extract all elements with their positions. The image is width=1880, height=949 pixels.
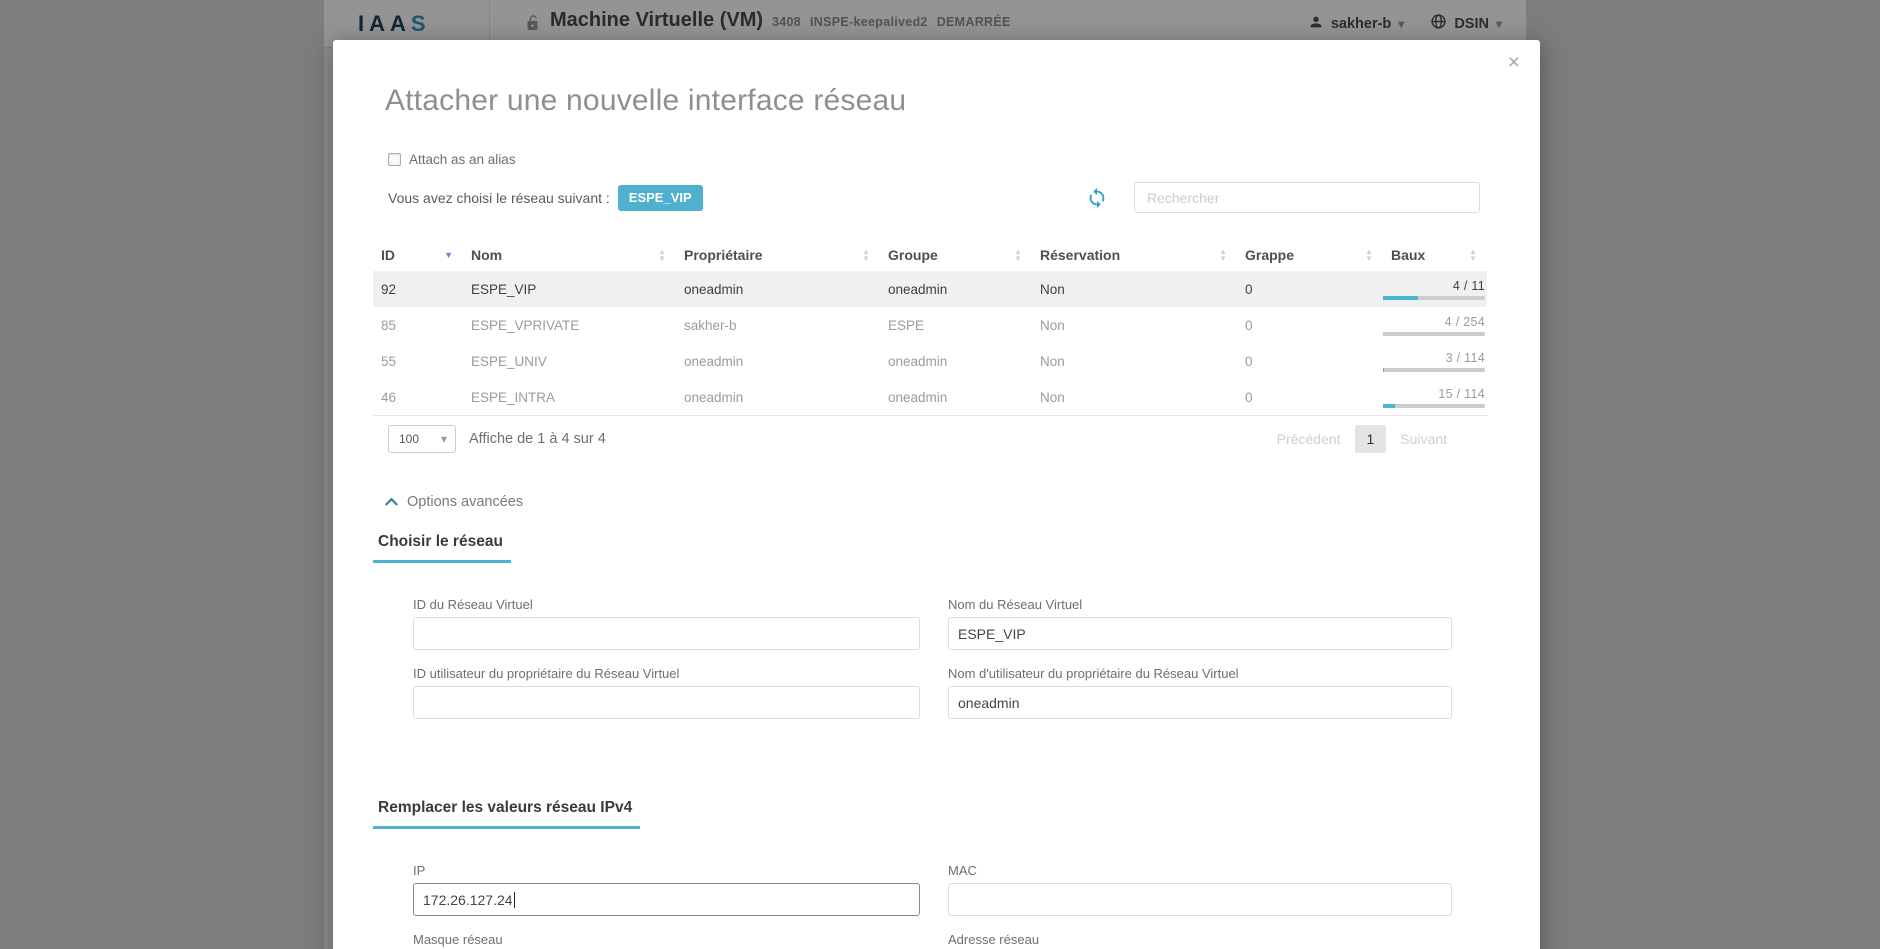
owner-id-label: ID utilisateur du propriétaire du Réseau… — [413, 666, 920, 681]
advanced-options-label: Options avancées — [407, 494, 523, 510]
cell-proprietaire: oneadmin — [676, 282, 880, 297]
next-page-button[interactable]: Suivant — [1400, 431, 1447, 447]
cell-reservation: Non — [1032, 354, 1237, 369]
pagination-row: 100 ▾ Affiche de 1 à 4 sur 4 Précédent 1… — [388, 425, 1487, 453]
sort-desc-icon: ▼ — [444, 250, 453, 260]
cell-groupe: oneadmin — [880, 390, 1032, 405]
cell-grappe: 0 — [1237, 318, 1383, 333]
previous-page-button[interactable]: Précédent — [1277, 431, 1341, 447]
close-icon[interactable]: × — [1508, 52, 1520, 73]
table-row[interactable]: 55 ESPE_UNIV oneadmin oneadmin Non 0 3 /… — [373, 343, 1487, 379]
network-address-label: Adresse réseau — [948, 932, 1452, 947]
cell-baux: 3 / 114 — [1383, 351, 1487, 372]
page-size-select[interactable]: 100 ▾ — [388, 425, 456, 453]
sort-icon: ▲▼ — [1365, 248, 1373, 262]
cell-groupe: ESPE — [880, 318, 1032, 333]
cell-proprietaire: oneadmin — [676, 354, 880, 369]
cell-nom: ESPE_INTRA — [463, 390, 676, 405]
cell-id: 55 — [373, 354, 463, 369]
search-input[interactable] — [1134, 182, 1480, 213]
column-header-proprietaire[interactable]: Propriétaire▲▼ — [676, 247, 880, 263]
alias-checkbox[interactable] — [388, 153, 401, 166]
column-header-grappe[interactable]: Grappe▲▼ — [1237, 247, 1383, 263]
column-header-id[interactable]: ID▼ — [373, 247, 463, 263]
alias-row: Attach as an alias — [388, 152, 1540, 167]
refresh-icon[interactable] — [1086, 187, 1108, 209]
sort-icon: ▲▼ — [862, 248, 870, 262]
cell-baux: 15 / 114 — [1383, 387, 1487, 408]
current-page-button[interactable]: 1 — [1355, 425, 1387, 453]
advanced-options-toggle[interactable]: Options avancées — [385, 493, 1540, 511]
leases-bar — [1383, 332, 1485, 336]
cell-grappe: 0 — [1237, 390, 1383, 405]
cell-baux: 4 / 11 — [1383, 279, 1487, 300]
chosen-network-label: Vous avez choisi le réseau suivant : — [388, 190, 610, 206]
cell-proprietaire: sakher-b — [676, 318, 880, 333]
sort-icon: ▲▼ — [1219, 248, 1227, 262]
mac-label: MAC — [948, 863, 1452, 878]
vnet-id-field[interactable] — [413, 617, 920, 650]
ipv4-fields: IP 172.26.127.24 MAC Masque réseau Adres… — [413, 863, 1452, 949]
text-cursor — [514, 892, 515, 908]
cell-grappe: 0 — [1237, 354, 1383, 369]
cell-id: 46 — [373, 390, 463, 405]
leases-bar — [1383, 368, 1485, 372]
cell-reservation: Non — [1032, 318, 1237, 333]
owner-id-field[interactable] — [413, 686, 920, 719]
section-title-ipv4: Remplacer les valeurs réseau IPv4 — [373, 799, 640, 829]
column-header-nom[interactable]: Nom▲▼ — [463, 247, 676, 263]
sort-icon: ▲▼ — [1014, 248, 1022, 262]
cell-groupe: oneadmin — [880, 282, 1032, 297]
owner-name-field[interactable] — [948, 686, 1452, 719]
ip-field[interactable]: 172.26.127.24 — [413, 883, 920, 916]
cell-id: 85 — [373, 318, 463, 333]
dialog-title: Attacher une nouvelle interface réseau — [385, 84, 1540, 118]
vnet-name-label: Nom du Réseau Virtuel — [948, 597, 1452, 612]
chosen-network-badge: ESPE_VIP — [618, 185, 703, 211]
cell-id: 92 — [373, 282, 463, 297]
netmask-label: Masque réseau — [413, 932, 920, 947]
chevron-up-icon — [385, 493, 398, 511]
chevron-down-icon: ▾ — [441, 432, 447, 446]
pagination-info: Affiche de 1 à 4 sur 4 — [469, 431, 606, 447]
screen: IAAS Machine Virtuelle (VM) 3408 INSPE-k… — [0, 0, 1880, 949]
chosen-network-row: Vous avez choisi le réseau suivant : ESP… — [388, 182, 1485, 213]
ip-label: IP — [413, 863, 920, 878]
vnet-table: ID▼ Nom▲▼ Propriétaire▲▼ Groupe▲▼ Réserv… — [373, 239, 1487, 416]
leases-bar — [1383, 296, 1485, 300]
sort-icon: ▲▼ — [1469, 248, 1477, 262]
cell-grappe: 0 — [1237, 282, 1383, 297]
cell-reservation: Non — [1032, 282, 1237, 297]
vnet-id-label: ID du Réseau Virtuel — [413, 597, 920, 612]
cell-nom: ESPE_VPRIVATE — [463, 318, 676, 333]
alias-checkbox-label: Attach as an alias — [409, 152, 516, 167]
table-row[interactable]: 85 ESPE_VPRIVATE sakher-b ESPE Non 0 4 /… — [373, 307, 1487, 343]
mac-field[interactable] — [948, 883, 1452, 916]
section-title-network: Choisir le réseau — [373, 533, 511, 563]
cell-baux: 4 / 254 — [1383, 315, 1487, 336]
attach-nic-dialog: × Attacher une nouvelle interface réseau… — [333, 40, 1540, 949]
cell-proprietaire: oneadmin — [676, 390, 880, 405]
table-header-row: ID▼ Nom▲▼ Propriétaire▲▼ Groupe▲▼ Réserv… — [373, 239, 1487, 271]
cell-groupe: oneadmin — [880, 354, 1032, 369]
leases-bar — [1383, 404, 1485, 408]
table-row[interactable]: 92 ESPE_VIP oneadmin oneadmin Non 0 4 / … — [373, 271, 1487, 307]
sort-icon: ▲▼ — [658, 248, 666, 262]
table-row[interactable]: 46 ESPE_INTRA oneadmin oneadmin Non 0 15… — [373, 379, 1487, 415]
column-header-groupe[interactable]: Groupe▲▼ — [880, 247, 1032, 263]
cell-nom: ESPE_VIP — [463, 282, 676, 297]
owner-name-label: Nom d'utilisateur du propriétaire du Rés… — [948, 666, 1452, 681]
column-header-baux[interactable]: Baux▲▼ — [1383, 247, 1487, 263]
network-fields: ID du Réseau Virtuel Nom du Réseau Virtu… — [413, 597, 1452, 719]
cell-nom: ESPE_UNIV — [463, 354, 676, 369]
vnet-name-field[interactable] — [948, 617, 1452, 650]
cell-reservation: Non — [1032, 390, 1237, 405]
column-header-reservation[interactable]: Réservation▲▼ — [1032, 247, 1237, 263]
